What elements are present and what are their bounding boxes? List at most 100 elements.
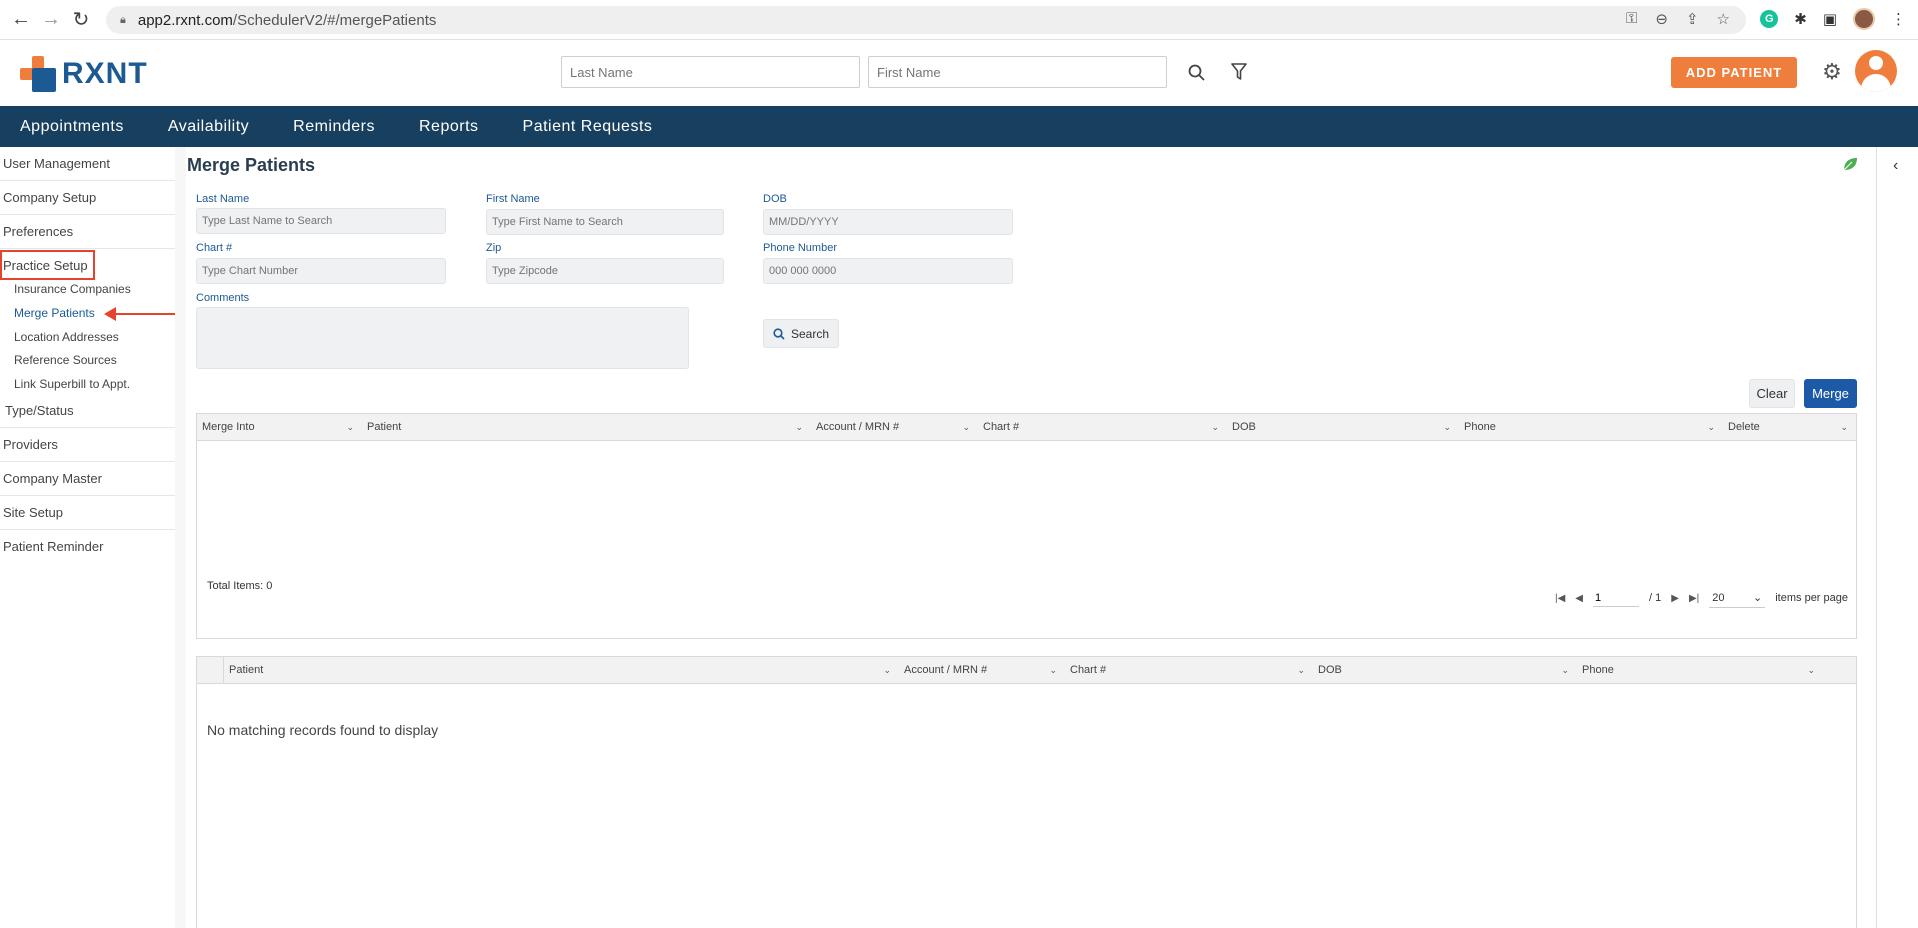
sidebar-subitem-merge-patients[interactable]: Merge Patients [14,306,95,320]
search-icon [773,327,785,340]
phone-number-input[interactable] [763,258,1013,284]
chevron-down-icon[interactable]: ⌄ [1561,657,1569,684]
user-avatar[interactable] [1855,50,1897,92]
gear-icon[interactable]: ⚙ [1820,59,1844,84]
nav-appointments[interactable]: Appointments [20,118,124,136]
column-dob[interactable]: DOB ⌄ [1313,657,1577,684]
sidebar-item-user-management[interactable]: User Management [0,147,175,181]
back-arrow-icon[interactable]: ← [6,5,36,35]
address-bar-icons: ⚿ ⊖ ⇪ ☆ [1626,10,1730,28]
column-select[interactable] [197,657,224,684]
nav-reports[interactable]: Reports [419,118,479,136]
bookmark-star-icon[interactable]: ☆ [1717,10,1730,28]
results-grid: Patient ⌄ Account / MRN # ⌄ Chart # ⌄ DOB ⌄ … [196,656,1857,928]
next-page-icon[interactable]: ▶ [1671,593,1679,604]
column-merge-into[interactable]: Merge Into ⌄ [197,414,362,441]
chevron-down-icon: ⌄ [1753,592,1763,604]
grammarly-extension-icon[interactable]: G [1760,10,1779,28]
sidebar-item-company-setup[interactable]: Company Setup [0,181,175,215]
last-name-input[interactable] [196,208,446,234]
leaf-icon[interactable] [1842,156,1858,177]
column-patient[interactable]: Patient ⌄ [224,657,899,684]
page-title: Merge Patients [187,155,316,175]
merge-grid-header: Merge Into ⌄ Patient ⌄ Account / MRN # ⌄ Ch… [197,414,1856,441]
previous-page-icon[interactable]: ◀ [1575,593,1583,604]
chevron-down-icon[interactable]: ⌄ [1807,657,1815,684]
pagination: |◀ ◀ / 1 ▶ ▶| 20⌄ items per page [1555,588,1848,608]
add-patient-button[interactable]: ADD PATIENT [1671,57,1797,88]
profile-avatar[interactable] [1853,8,1875,30]
column-chart[interactable]: Chart # ⌄ [978,414,1227,441]
search-button[interactable]: Search [763,319,839,348]
main-nav: Appointments Availability Reminders Repo… [0,106,1918,147]
page-total: / 1 [1649,592,1662,604]
header-first-name-input[interactable] [868,56,1167,88]
chevron-left-icon[interactable]: ‹ [1893,157,1898,175]
chevron-down-icon[interactable]: ⌄ [795,414,803,441]
column-account-mrn[interactable]: Account / MRN # ⌄ [811,414,978,441]
results-grid-header: Patient ⌄ Account / MRN # ⌄ Chart # ⌄ DOB ⌄ … [197,657,1856,684]
sidebar-item-company-master[interactable]: Company Master [0,462,175,496]
chart-number-input[interactable] [196,258,446,284]
annotation-arrow [108,313,178,315]
first-page-icon[interactable]: |◀ [1555,593,1565,604]
key-icon[interactable]: ⚿ [1626,10,1637,28]
chevron-down-icon[interactable]: ⌄ [1297,657,1305,684]
sidebar-item-patient-reminder[interactable]: Patient Reminder [0,530,175,564]
column-phone[interactable]: Phone ⌄ [1459,414,1723,441]
last-page-icon[interactable]: ▶| [1689,593,1699,604]
sidebar-subitem-reference-sources[interactable]: Reference Sources [14,353,117,367]
sidebar-subitem-link-superbill[interactable]: Link Superbill to Appt. [14,377,130,391]
sidebar-subitem-insurance-companies[interactable]: Insurance Companies [14,282,131,296]
column-patient[interactable]: Patient ⌄ [362,414,811,441]
search-button-label: Search [790,326,830,341]
chevron-down-icon[interactable]: ⌄ [346,414,354,441]
sidebar-toggle-icon[interactable]: ▣ [1823,10,1837,28]
nav-availability[interactable]: Availability [168,118,249,136]
reload-icon[interactable]: ↻ [66,5,96,35]
column-delete[interactable]: Delete ⌄ [1723,414,1856,441]
chevron-down-icon[interactable]: ⌄ [962,414,970,441]
sidebar-item-providers[interactable]: Providers [0,428,175,462]
header-last-name-input[interactable] [561,56,860,88]
sidebar-item-preferences[interactable]: Preferences [0,215,175,249]
rxnt-logo[interactable]: RXNT [20,56,148,92]
chevron-down-icon[interactable]: ⌄ [1211,414,1219,441]
chevron-down-icon[interactable]: ⌄ [1840,414,1848,441]
logo-cross-icon [20,56,56,92]
share-icon[interactable]: ⇪ [1686,10,1699,28]
zoom-icon[interactable]: ⊖ [1655,10,1668,28]
clear-button[interactable]: Clear [1749,379,1795,408]
dob-input[interactable] [763,209,1013,235]
search-icon[interactable] [1184,60,1208,84]
column-phone[interactable]: Phone ⌄ [1577,657,1823,684]
chevron-down-icon[interactable]: ⌄ [1443,414,1451,441]
merge-button[interactable]: Merge [1804,379,1857,408]
nav-patient-requests[interactable]: Patient Requests [523,118,653,136]
filter-icon[interactable] [1227,60,1251,84]
nav-reminders[interactable]: Reminders [293,118,375,136]
column-account-mrn[interactable]: Account / MRN # ⌄ [899,657,1065,684]
forward-arrow-icon[interactable]: → [36,5,66,35]
app-header: RXNT ADD PATIENT ⚙ [0,40,1918,106]
page-number-input[interactable] [1593,589,1639,607]
chevron-down-icon[interactable]: ⌄ [1049,657,1057,684]
zip-input[interactable] [486,258,724,284]
chevron-down-icon[interactable]: ⌄ [883,657,891,684]
sidebar-item-type-status[interactable]: Type/Status [0,394,175,428]
page-size-select[interactable]: 20 ⌄ [1709,588,1766,608]
first-name-input[interactable] [486,209,724,235]
last-name-label: Last Name [196,193,250,205]
chevron-down-icon[interactable]: ⌄ [1707,414,1715,441]
puzzle-extension-icon[interactable]: ✱ [1794,10,1807,28]
sidebar-item-site-setup[interactable]: Site Setup [0,496,175,530]
extension-icons: G ✱ ▣ ⋮ [1760,8,1906,30]
right-panel: ‹ [1876,147,1918,928]
sidebar-subitem-location-addresses[interactable]: Location Addresses [14,330,119,344]
comments-textarea[interactable] [196,307,689,369]
column-chart[interactable]: Chart # ⌄ [1065,657,1313,684]
column-dob[interactable]: DOB ⌄ [1227,414,1459,441]
address-bar[interactable]: 🔒︎ app2.rxnt.com/SchedulerV2/#/mergePati… [106,6,1746,34]
url-host: app2.rxnt.com [137,11,233,29]
kebab-menu-icon[interactable]: ⋮ [1891,10,1906,28]
